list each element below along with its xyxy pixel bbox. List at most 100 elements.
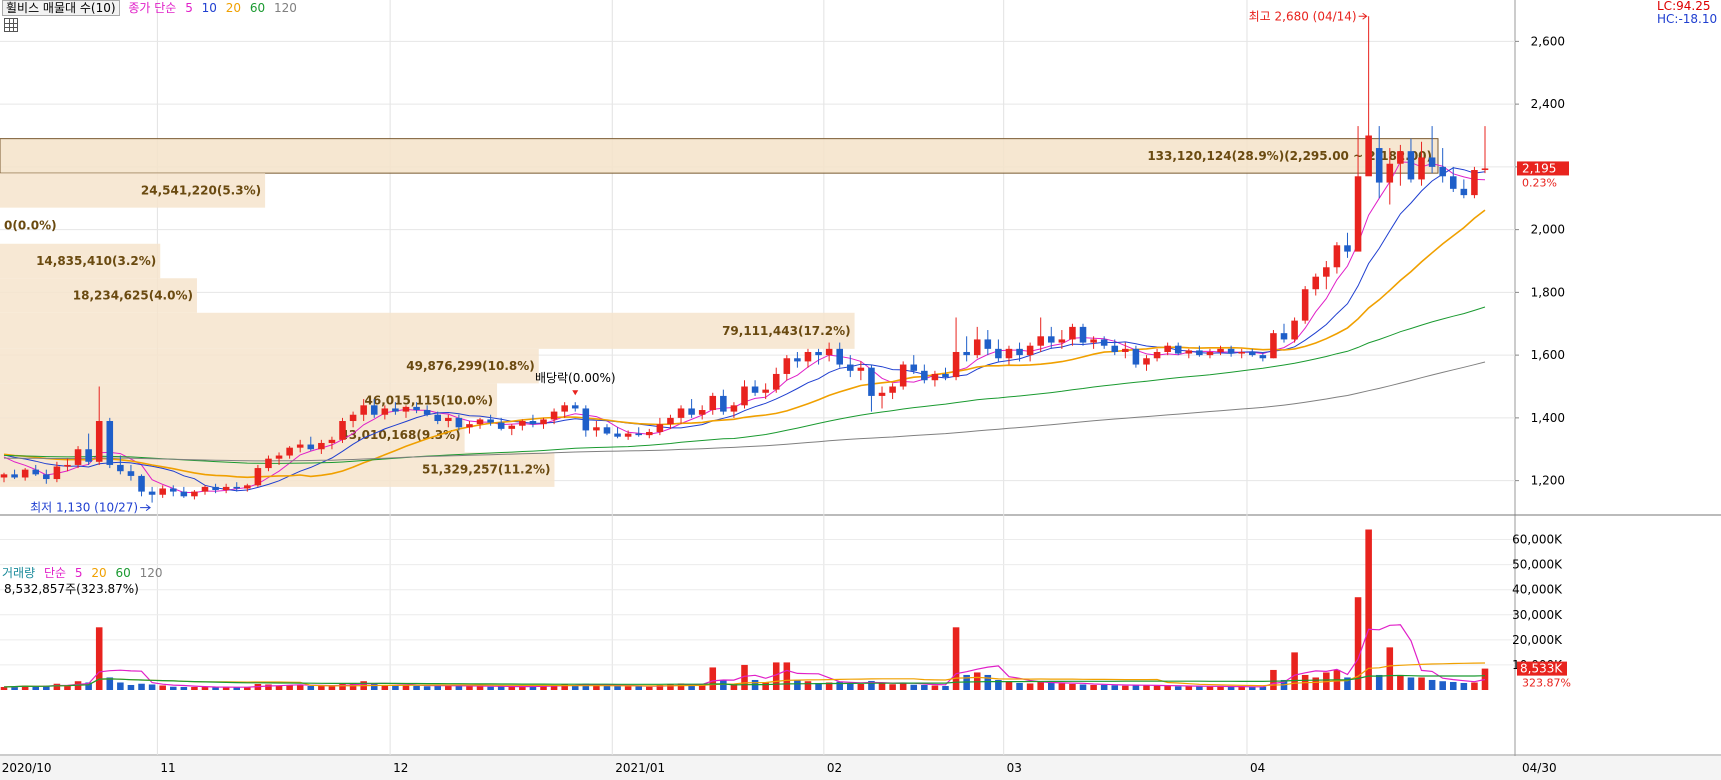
- candle-body: [720, 395, 727, 412]
- candle-body: [1132, 348, 1140, 365]
- candle-body: [1301, 289, 1309, 321]
- volume-bar: [1132, 684, 1140, 690]
- volume-bar: [1481, 668, 1489, 690]
- volume-profile-label: 43,010,168(9.3%): [340, 428, 460, 442]
- candle-body: [85, 449, 92, 462]
- volume-bar: [1217, 686, 1224, 690]
- volume-bar: [476, 686, 484, 690]
- candle-body: [74, 449, 82, 465]
- candle-body: [984, 339, 992, 349]
- volume-bar: [159, 685, 166, 690]
- candle-body: [201, 486, 209, 492]
- volume-bar: [1365, 529, 1372, 690]
- candle-body: [53, 466, 61, 480]
- volume-tick-label: 50,000K: [1512, 558, 1563, 572]
- volume-bar: [931, 685, 939, 690]
- candle-body: [1280, 333, 1288, 340]
- candle-body: [286, 447, 293, 456]
- candle-body: [402, 406, 410, 412]
- volume-bar: [1047, 682, 1055, 690]
- volume-bar: [233, 687, 241, 690]
- candle-body: [1365, 135, 1372, 177]
- candle-body: [1174, 345, 1182, 354]
- candle-body: [1153, 351, 1161, 359]
- volume-bar: [349, 682, 357, 690]
- candle-body: [656, 424, 664, 432]
- candle-body: [11, 474, 18, 478]
- candle-body: [836, 348, 843, 365]
- volume-tick-label: 60,000K: [1512, 533, 1563, 547]
- candle-body: [95, 421, 103, 462]
- volume-bar: [148, 684, 156, 690]
- candle-body: [762, 389, 769, 393]
- candle-body: [931, 373, 939, 381]
- candle-body: [1397, 151, 1404, 164]
- candle-body: [1312, 276, 1320, 290]
- candle-body: [1439, 166, 1446, 177]
- volume-bar: [847, 683, 854, 690]
- candle-body: [1344, 245, 1351, 252]
- candle-body: [212, 486, 219, 491]
- price-tick-label: 1,600: [1531, 348, 1565, 362]
- candle-body: [1460, 188, 1468, 196]
- volume-bar: [212, 687, 219, 690]
- candle-body: [772, 373, 780, 390]
- candle-body: [434, 414, 442, 422]
- candle-body: [709, 395, 717, 411]
- table-grid-icon[interactable]: [4, 18, 18, 32]
- volume-bar: [709, 667, 717, 690]
- volume-bar: [1026, 683, 1034, 690]
- candle-body: [339, 421, 346, 440]
- volume-bar: [804, 681, 812, 690]
- candle-body: [159, 488, 166, 495]
- ma20-label: 20: [225, 1, 242, 15]
- volume-bar: [1164, 685, 1171, 690]
- vma20-label: 20: [91, 566, 107, 580]
- volume-bar: [1058, 683, 1066, 690]
- candle-body: [963, 351, 970, 356]
- volume-bar: [1270, 669, 1277, 690]
- volume-tick-label: 40,000K: [1512, 583, 1563, 597]
- candle-body: [1122, 348, 1129, 352]
- price-legend: 휠비스 매물대 수(10) 종가 단순 5 10 20 60 120: [2, 0, 302, 16]
- candle-body: [1471, 170, 1478, 196]
- candle-body: [64, 464, 71, 467]
- candle-body: [921, 370, 928, 381]
- volume-profile-label: 18,234,625(4.0%): [73, 289, 193, 303]
- candle-body: [254, 468, 262, 486]
- price-tick-label: 1,400: [1531, 411, 1565, 425]
- candle-body: [1481, 168, 1489, 171]
- volume-bar: [296, 685, 304, 690]
- current-volume-ratio-label: 323.87%: [1522, 677, 1571, 690]
- candle-body: [1375, 148, 1383, 183]
- volume-bar: [942, 685, 949, 690]
- volume-bar: [487, 686, 494, 690]
- candle-body: [106, 421, 114, 465]
- candle-body: [624, 433, 632, 437]
- candle-body: [688, 408, 695, 415]
- volume-bar: [1248, 686, 1256, 690]
- volume-bar: [497, 686, 505, 690]
- volume-bar: [180, 686, 188, 690]
- candle-body: [1069, 326, 1076, 340]
- candle-body: [466, 424, 473, 428]
- volume-bar: [53, 683, 61, 690]
- volume-bar: [1418, 677, 1425, 690]
- candle-body: [540, 419, 547, 425]
- volume-bar: [984, 674, 992, 690]
- candle-body: [593, 427, 600, 431]
- candle-body: [1206, 351, 1214, 356]
- candle-body: [191, 491, 198, 497]
- date-tick-label: 11: [160, 761, 175, 775]
- candle-body: [529, 421, 537, 425]
- indicator-title[interactable]: 휠비스 매물대 수(10): [2, 0, 120, 16]
- candle-body: [1164, 345, 1171, 352]
- candle-body: [868, 367, 875, 396]
- volume-bar: [635, 686, 642, 690]
- ex-dividend-annotation: 배당락(0.00%): [535, 371, 616, 385]
- volume-bar: [910, 684, 918, 690]
- candle-body: [571, 405, 579, 409]
- candle-body: [1449, 176, 1457, 189]
- current-price-label: 2,195: [1522, 161, 1556, 175]
- candle-body: [1248, 351, 1256, 356]
